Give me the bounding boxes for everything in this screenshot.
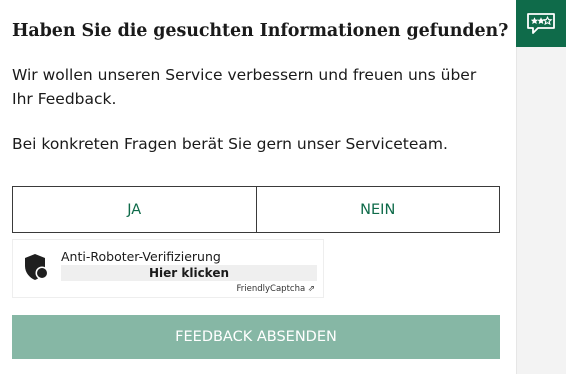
- captcha-title: Anti-Roboter-Verifizierung: [61, 249, 221, 264]
- captcha-widget: Anti-Roboter-Verifizierung Hier klicken …: [12, 239, 324, 298]
- feedback-panel: Haben Sie die gesuchten Informationen ge…: [0, 0, 516, 374]
- captcha-brand-link[interactable]: FriendlyCaptcha ⇗: [237, 284, 316, 294]
- captcha-click-button[interactable]: Hier klicken: [61, 265, 317, 281]
- yes-button[interactable]: JA: [13, 187, 256, 232]
- feedback-intro-text: Wir wollen unseren Service verbessern un…: [12, 66, 477, 108]
- rating-feedback-toggle-button[interactable]: [516, 0, 566, 47]
- yes-no-choice-group: JA NEIN: [12, 186, 500, 233]
- page-background-strip: [516, 0, 566, 374]
- no-button[interactable]: NEIN: [255, 187, 499, 232]
- submit-feedback-button[interactable]: FEEDBACK ABSENDEN: [12, 315, 500, 359]
- service-team-note: Bei konkreten Fragen berät Sie gern unse…: [12, 135, 448, 153]
- feedback-title: Haben Sie die gesuchten Informationen ge…: [12, 21, 509, 41]
- shield-icon: [25, 254, 49, 280]
- rating-speech-bubble-icon: [527, 12, 555, 34]
